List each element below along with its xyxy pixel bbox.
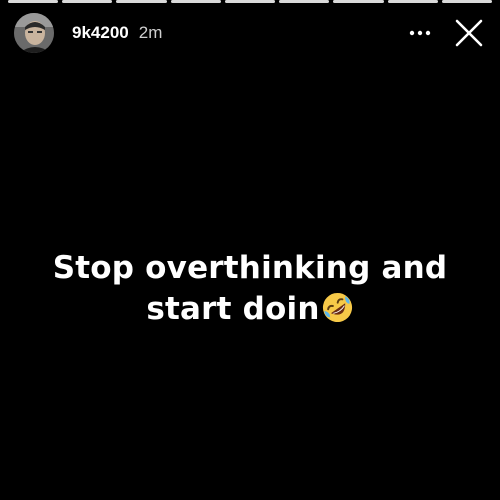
story-view[interactable]: 9k4200 2m Stop overthinking and start do… (0, 0, 500, 500)
avatar[interactable] (14, 13, 54, 53)
progress-segment (8, 0, 59, 3)
more-options-button[interactable] (404, 17, 436, 49)
progress-segment (333, 0, 384, 3)
more-horizontal-icon (409, 30, 431, 36)
rolling-on-floor-laughing-emoji-icon (322, 292, 352, 323)
story-header: 9k4200 2m (14, 12, 486, 54)
progress-segment (279, 0, 330, 3)
caption-line-2-text: start doin (146, 291, 320, 327)
caption-line-1: Stop overthinking and (52, 250, 448, 286)
post-time: 2m (138, 23, 163, 42)
story-progress-bar (8, 0, 492, 3)
username[interactable]: 9k4200 (72, 23, 129, 43)
close-icon (455, 19, 483, 47)
profile-photo-icon (14, 13, 54, 53)
progress-segment (387, 0, 438, 3)
progress-segment (116, 0, 167, 3)
story-caption: Stop overthinking and start doin (0, 248, 500, 330)
close-button[interactable] (452, 16, 486, 50)
progress-segment (441, 0, 492, 3)
progress-segment (62, 0, 113, 3)
progress-segment (224, 0, 276, 3)
progress-segment (170, 0, 221, 3)
caption-line-2: start doin (0, 289, 500, 330)
